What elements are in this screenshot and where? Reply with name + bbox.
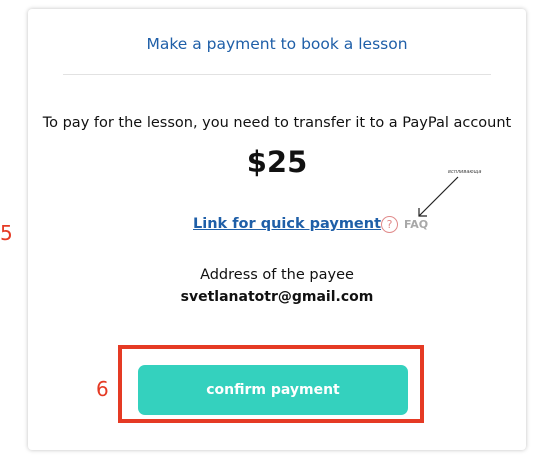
faq-button[interactable]: ? FAQ: [381, 216, 428, 233]
annotation-highlight-box: [118, 345, 424, 423]
payment-instruction: To pay for the lesson, you need to trans…: [42, 115, 512, 131]
annotation-arrow-icon: [418, 176, 459, 217]
divider: [63, 74, 491, 75]
question-circle-icon: ?: [381, 216, 398, 233]
payee-label: Address of the payee: [200, 267, 354, 283]
page-title: Make a payment to book a lesson: [146, 35, 408, 53]
quick-payment-link[interactable]: Link for quick payment: [193, 216, 381, 232]
faq-label: FAQ: [404, 218, 429, 231]
payment-page: 5 Make a payment to book a lesson To pay…: [0, 0, 536, 460]
step-number-5: 5: [0, 221, 13, 245]
step-number-6: 6: [96, 377, 109, 401]
payee-email: svetlanatotr@gmail.com: [180, 289, 374, 305]
